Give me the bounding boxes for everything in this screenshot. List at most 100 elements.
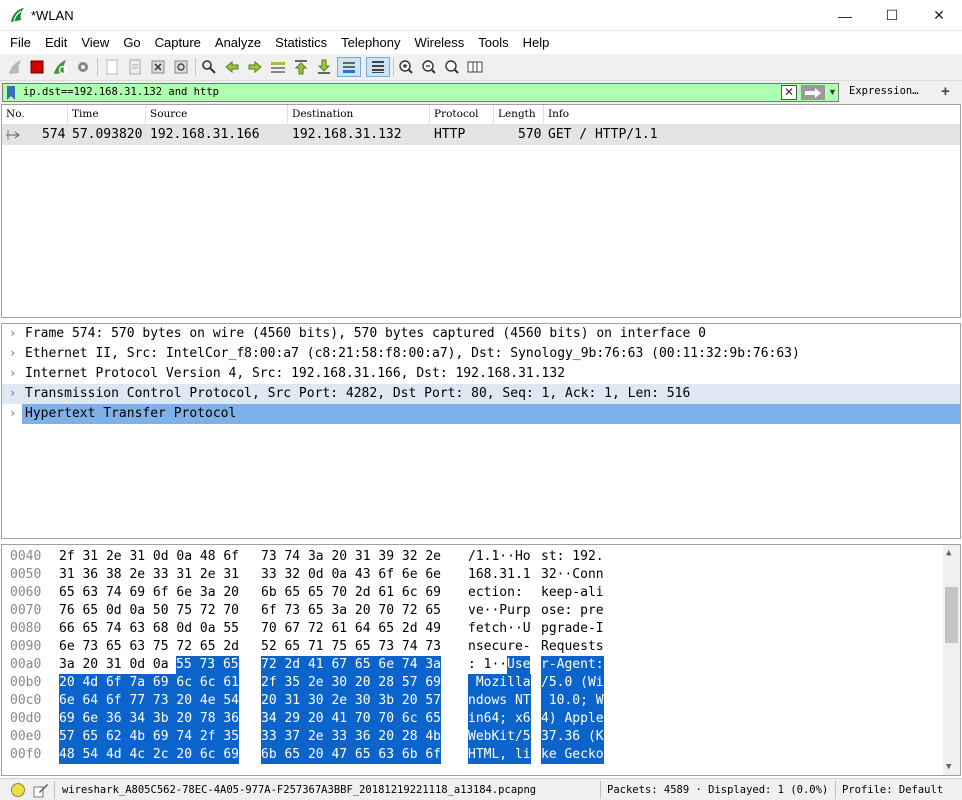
column-divider[interactable] xyxy=(493,105,494,125)
zoom-out-button[interactable] xyxy=(419,57,439,77)
scroll-up-icon[interactable]: ▲ xyxy=(946,548,951,558)
ascii-text-selected: Use xyxy=(507,656,531,674)
packet-row[interactable]: 574 57.093820 192.168.31.166 192.168.31.… xyxy=(2,125,960,145)
tree-item-frame[interactable]: › Frame 574: 570 bytes on wire (4560 bit… xyxy=(2,324,960,344)
hex-bytes-selected: 6b 65 20 47 65 63 6b 6f xyxy=(261,746,442,764)
chevron-right-icon[interactable]: › xyxy=(9,406,16,420)
column-header-protocol[interactable]: Protocol xyxy=(434,108,479,120)
hex-row[interactable]: 0040 2f 31 2e 31 0d 0a 48 6f 73 74 3a 20 3… xyxy=(2,548,942,566)
column-header-no[interactable]: No. xyxy=(6,108,25,120)
chevron-right-icon[interactable]: › xyxy=(9,326,16,340)
close-file-button[interactable] xyxy=(148,57,168,77)
column-divider[interactable] xyxy=(287,105,288,125)
hex-row[interactable]: 00c0 6e 64 6f 77 73 20 4e 54 20 31 30 2e 3… xyxy=(2,692,942,710)
menu-analyze[interactable]: Analyze xyxy=(208,35,268,50)
ascii-text-selected: ndows NT xyxy=(468,692,531,710)
maximize-button[interactable]: ☐ xyxy=(869,0,915,31)
menu-view[interactable]: View xyxy=(74,35,116,50)
hex-bytes: 76 65 0d 0a 50 75 72 70 xyxy=(59,603,240,618)
open-file-button[interactable] xyxy=(102,57,122,77)
menu-wireless[interactable]: Wireless xyxy=(407,35,471,50)
clear-filter-button[interactable]: ✕ xyxy=(781,85,797,100)
column-divider[interactable] xyxy=(543,105,544,125)
chevron-down-icon[interactable]: ▼ xyxy=(828,87,837,97)
hex-row[interactable]: 0050 31 36 38 2e 33 31 2e 31 33 32 0d 0a 4… xyxy=(2,566,942,584)
first-packet-button[interactable] xyxy=(291,57,311,77)
column-header-time[interactable]: Time xyxy=(72,108,99,120)
bookmark-icon[interactable] xyxy=(5,86,17,100)
tree-item-ethernet[interactable]: › Ethernet II, Src: IntelCor_f8:00:a7 (c… xyxy=(2,344,960,364)
scroll-down-icon[interactable]: ▼ xyxy=(946,762,951,772)
byte-offset: 00e0 xyxy=(10,729,42,744)
chevron-right-icon[interactable]: › xyxy=(9,386,16,400)
stop-capture-button[interactable] xyxy=(27,57,47,77)
resize-columns-button[interactable] xyxy=(465,57,485,77)
hex-row[interactable]: 0060 65 63 74 69 6f 6e 3a 20 6b 65 65 70 2… xyxy=(2,584,942,602)
close-button[interactable]: ✕ xyxy=(916,0,962,31)
go-forward-button[interactable] xyxy=(245,57,265,77)
hex-bytes: 65 63 74 69 6f 6e 3a 20 xyxy=(59,585,240,600)
hex-row[interactable]: 0070 76 65 0d 0a 50 75 72 70 6f 73 65 3a 2… xyxy=(2,602,942,620)
column-header-length[interactable]: Length xyxy=(498,108,536,120)
ascii-text: 32··Conn xyxy=(541,567,604,582)
menu-tools[interactable]: Tools xyxy=(471,35,515,50)
packet-list-header: No. Time Source Destination Protocol Len… xyxy=(2,105,960,125)
save-file-button[interactable] xyxy=(125,57,145,77)
zoom-in-button[interactable] xyxy=(396,57,416,77)
scrollbar-thumb[interactable] xyxy=(945,587,958,643)
hex-row[interactable]: 00d0 69 6e 36 34 3b 20 78 36 34 29 20 41 7… xyxy=(2,710,942,728)
find-packet-button[interactable] xyxy=(199,57,219,77)
chevron-right-icon[interactable]: › xyxy=(9,346,16,360)
add-filter-button[interactable]: + xyxy=(941,83,950,100)
menu-file[interactable]: File xyxy=(3,35,38,50)
hex-row[interactable]: 00b0 20 4d 6f 7a 69 6c 6c 61 2f 35 2e 30 2… xyxy=(2,674,942,692)
column-header-destination[interactable]: Destination xyxy=(292,108,353,120)
menu-help[interactable]: Help xyxy=(516,35,557,50)
profile-selector[interactable]: Profile: Default xyxy=(842,784,943,796)
menu-capture[interactable]: Capture xyxy=(148,35,208,50)
hex-row[interactable]: 00f0 48 54 4d 4c 2c 20 6c 69 6b 65 20 47 6… xyxy=(2,746,942,764)
go-back-button[interactable] xyxy=(222,57,242,77)
packet-bytes-pane: 0040 2f 31 2e 31 0d 0a 48 6f 73 74 3a 20 3… xyxy=(1,544,961,776)
file-icon xyxy=(106,59,118,75)
column-header-source[interactable]: Source xyxy=(150,108,187,120)
start-capture-button[interactable] xyxy=(5,57,25,77)
apply-filter-button[interactable] xyxy=(801,85,825,100)
column-header-info[interactable]: Info xyxy=(548,108,569,120)
hex-bytes: 70 67 72 61 64 65 2d 49 xyxy=(261,621,442,636)
zoom-out-icon xyxy=(422,60,436,74)
menu-statistics[interactable]: Statistics xyxy=(268,35,334,50)
packet-count: Packets: 4589 · Displayed: 1 (0.0%) xyxy=(607,784,829,796)
tree-item-label: Ethernet II, Src: IntelCor_f8:00:a7 (c8:… xyxy=(25,346,800,361)
hex-row[interactable]: 0090 6e 73 65 63 75 72 65 2d 52 65 71 75 6… xyxy=(2,638,942,656)
menu-telephony[interactable]: Telephony xyxy=(334,35,407,50)
expert-info-icon[interactable] xyxy=(11,783,25,797)
tree-item-ipv4[interactable]: › Internet Protocol Version 4, Src: 192.… xyxy=(2,364,960,384)
edit-comment-icon[interactable] xyxy=(33,782,49,798)
auto-scroll-button[interactable] xyxy=(337,57,361,77)
restart-capture-button[interactable] xyxy=(50,57,70,77)
bytes-scrollbar[interactable]: ▲ ▼ xyxy=(943,545,960,775)
hex-row[interactable]: 00a0 3a 20 31 0d 0a 55 73 65 72 2d 41 67 6… xyxy=(2,656,942,674)
colorize-button[interactable] xyxy=(366,57,390,77)
go-to-packet-button[interactable] xyxy=(268,57,288,77)
hex-row[interactable]: 0080 66 65 74 63 68 0d 0a 55 70 67 72 61 6… xyxy=(2,620,942,638)
column-divider[interactable] xyxy=(429,105,430,125)
display-filter-input[interactable]: ip.dst==192.168.31.132 and http ✕ ▼ xyxy=(2,83,839,102)
status-separator xyxy=(54,781,55,799)
menu-go[interactable]: Go xyxy=(116,35,147,50)
hex-row[interactable]: 00e0 57 65 62 4b 69 74 2f 35 33 37 2e 33 3… xyxy=(2,728,942,746)
minimize-button[interactable]: — xyxy=(822,0,868,31)
chevron-right-icon[interactable]: › xyxy=(9,366,16,380)
normal-size-button[interactable] xyxy=(442,57,462,77)
column-divider[interactable] xyxy=(67,105,68,125)
tree-item-tcp[interactable]: › Transmission Control Protocol, Src Por… xyxy=(2,384,960,404)
minimize-icon: — xyxy=(838,7,852,24)
column-divider[interactable] xyxy=(145,105,146,125)
expression-button[interactable]: Expression… xyxy=(849,85,919,97)
reload-file-button[interactable] xyxy=(171,57,191,77)
last-packet-button[interactable] xyxy=(314,57,334,77)
menu-edit[interactable]: Edit xyxy=(38,35,74,50)
tree-item-http[interactable]: › Hypertext Transfer Protocol xyxy=(2,404,960,424)
capture-options-button[interactable] xyxy=(73,57,93,77)
